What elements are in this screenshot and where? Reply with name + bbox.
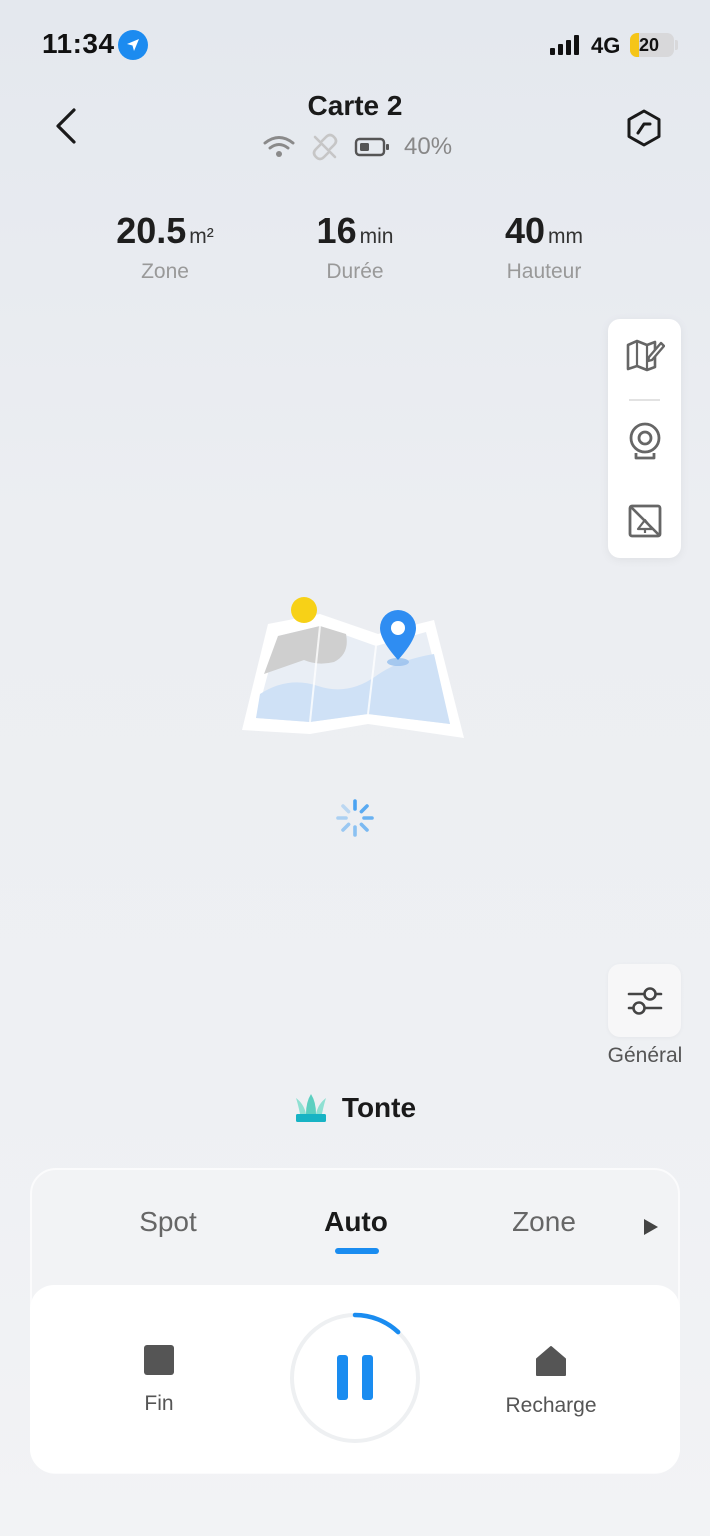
stat-unit: m² — [189, 225, 214, 248]
map-tools-panel — [608, 319, 681, 558]
stat-unit: min — [359, 225, 394, 248]
recharge-button[interactable]: Recharge — [481, 1345, 621, 1418]
tab-auto[interactable]: Auto — [281, 1206, 431, 1238]
stat-label: Hauteur — [506, 260, 582, 283]
play-arrow-icon[interactable] — [642, 1218, 660, 1236]
tab-spot[interactable]: Spot — [93, 1206, 243, 1238]
stop-label: Fin — [144, 1392, 174, 1415]
controls-card: Fin Recharge — [30, 1285, 680, 1473]
battery-level: 20 — [639, 35, 660, 55]
stat-label: Zone — [141, 260, 189, 283]
stat-value: 40 — [504, 210, 546, 251]
battery-indicator: 20 — [630, 33, 674, 57]
no-go-zone-icon — [628, 504, 661, 538]
status-time: 11:34 — [42, 28, 115, 59]
device-status-row: 40% — [262, 130, 452, 164]
stat-height: 40 mm Hauteur — [449, 210, 639, 284]
home-icon — [536, 1346, 566, 1376]
network-type: 4G — [591, 33, 621, 58]
general-settings-label: Général — [607, 1044, 683, 1067]
loading-spinner-icon — [336, 799, 374, 837]
pause-progress-ring — [290, 1312, 420, 1443]
map-loading-illustration — [242, 597, 464, 738]
battery-icon — [354, 137, 389, 157]
stop-icon — [144, 1345, 174, 1375]
stat-zone: 20.5 m² Zone — [70, 210, 260, 284]
general-settings-button[interactable] — [608, 964, 681, 1037]
stat-duration: 16 min Durée — [260, 210, 450, 284]
pause-button[interactable] — [288, 1311, 422, 1445]
stat-label: Durée — [326, 260, 384, 283]
link-off-icon — [312, 133, 338, 161]
mode-title-label: Tonte — [341, 1092, 417, 1123]
active-tab-indicator — [335, 1248, 379, 1254]
page-title: Carte 2 — [307, 90, 403, 121]
camera-button[interactable] — [608, 411, 681, 471]
stat-unit: mm — [548, 225, 584, 248]
mode-title: Tonte — [0, 1092, 710, 1124]
device-settings-button[interactable] — [620, 104, 668, 152]
stat-value: 16 — [316, 210, 357, 251]
sliders-icon — [627, 986, 662, 1015]
map-edit-icon — [626, 339, 665, 372]
location-arrow-icon — [118, 30, 148, 60]
stop-button[interactable]: Fin — [89, 1345, 229, 1416]
grass-icon — [295, 1094, 326, 1122]
camera-icon — [629, 422, 660, 460]
device-battery-percent: 40% — [404, 133, 453, 160]
edit-map-button[interactable] — [608, 325, 681, 385]
no-go-zone-button[interactable] — [608, 491, 681, 551]
signal-icon — [550, 35, 579, 55]
tab-zone[interactable]: Zone — [469, 1206, 619, 1238]
tools-divider — [629, 399, 660, 401]
recharge-label: Recharge — [505, 1394, 597, 1417]
battery-tip — [675, 40, 678, 50]
settings-hex-icon — [627, 109, 661, 147]
wifi-icon — [263, 136, 295, 157]
stat-value: 20.5 — [116, 210, 187, 251]
